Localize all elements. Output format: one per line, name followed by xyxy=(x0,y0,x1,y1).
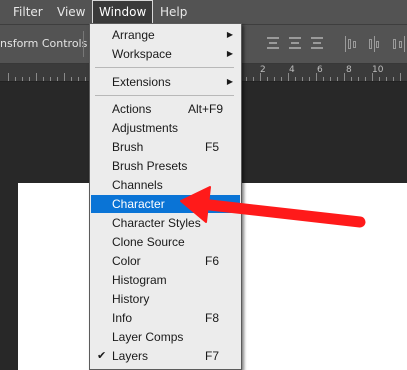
menu-window[interactable]: Window xyxy=(92,0,154,24)
ruler-tick xyxy=(246,77,247,81)
ruler-number: 4 xyxy=(289,65,295,75)
menu-item-label: Character Styles xyxy=(112,216,201,230)
menu-divider xyxy=(95,95,234,96)
ruler-tick xyxy=(253,77,254,81)
ruler-tick xyxy=(365,77,366,81)
ruler-tick xyxy=(50,77,51,81)
ruler-tick xyxy=(344,73,345,81)
ruler-tick xyxy=(8,73,9,81)
menu-item-extensions[interactable]: Extensions ▶ xyxy=(91,73,240,91)
ruler-tick xyxy=(29,77,30,81)
menu-item-shortcut: F7 xyxy=(205,349,220,363)
align-right-edges-icon[interactable] xyxy=(392,36,406,52)
align-top-edges-icon[interactable] xyxy=(265,37,281,51)
menu-item-adjustments[interactable]: Adjustments xyxy=(91,119,240,137)
ruler-tick xyxy=(386,77,387,81)
menu-item-label: Layer Comps xyxy=(112,330,184,344)
ruler-tick xyxy=(393,77,394,81)
ruler-tick xyxy=(43,77,44,81)
menu-item-shortcut: F6 xyxy=(205,254,220,268)
menu-item-shortcut: F8 xyxy=(205,311,220,325)
menu-item-brush-presets[interactable]: Brush Presets xyxy=(91,157,240,175)
ruler-tick xyxy=(288,73,289,81)
menu-item-actions[interactable]: Actions Alt+F9 xyxy=(91,100,240,118)
ruler-tick xyxy=(22,77,23,81)
menu-item-label: Extensions xyxy=(112,75,171,89)
menu-view[interactable]: View xyxy=(57,0,85,24)
ruler-tick xyxy=(85,77,86,81)
menu-item-label: Brush xyxy=(112,140,144,154)
ruler-tick xyxy=(309,77,310,81)
ruler-tick xyxy=(302,77,303,81)
menu-item-label: Histogram xyxy=(112,273,167,287)
menu-item-shortcut: F5 xyxy=(205,140,220,154)
menu-item-shortcut: Alt+F9 xyxy=(188,102,224,116)
ruler-number: 6 xyxy=(317,65,323,75)
menu-item-color[interactable]: Color F6 xyxy=(91,252,240,270)
menu-item-label: Actions xyxy=(112,102,152,116)
menu-divider xyxy=(95,67,234,68)
transform-controls-label[interactable]: nsform Controls xyxy=(0,37,87,50)
menu-item-label: Channels xyxy=(112,178,163,192)
ruler-tick xyxy=(337,77,338,81)
window-menu-dropdown: Arrange ▶ Workspace ▶ Extensions ▶ Actio… xyxy=(89,23,242,370)
ruler-tick xyxy=(15,77,16,81)
menu-item-character-styles[interactable]: Character Styles xyxy=(91,214,240,232)
menu-item-label: Color xyxy=(112,254,141,268)
ruler-number: 8 xyxy=(346,65,352,75)
menu-item-clone-source[interactable]: Clone Source xyxy=(91,233,240,251)
menu-item-label: Brush Presets xyxy=(112,159,188,173)
ruler-tick xyxy=(316,73,317,81)
menu-item-channels[interactable]: Channels xyxy=(91,176,240,194)
menu-item-workspace[interactable]: Workspace ▶ xyxy=(91,45,240,63)
menu-help[interactable]: Help xyxy=(160,0,187,24)
ruler-tick xyxy=(330,77,331,81)
menu-item-arrange[interactable]: Arrange ▶ xyxy=(91,26,240,44)
menu-item-info[interactable]: Info F8 xyxy=(91,309,240,327)
menu-item-label: History xyxy=(112,292,150,306)
ruler-tick xyxy=(71,77,72,81)
menu-item-label: Workspace xyxy=(112,47,172,61)
align-left-edges-icon[interactable] xyxy=(344,36,358,52)
ruler-tick xyxy=(260,73,261,81)
options-separator xyxy=(83,31,84,57)
menu-item-label: Clone Source xyxy=(112,235,185,249)
ruler-tick xyxy=(78,77,79,81)
menu-item-label: Character xyxy=(112,197,165,211)
menu-item-brush[interactable]: Brush F5 xyxy=(91,138,240,156)
ruler-tick xyxy=(372,73,373,81)
align-bottom-edges-icon[interactable] xyxy=(309,37,325,51)
menu-item-character[interactable]: Character xyxy=(91,195,240,213)
ruler-tick xyxy=(323,77,324,81)
menu-item-label: Adjustments xyxy=(112,121,179,135)
menu-item-layers[interactable]: ✔ Layers F7 xyxy=(91,347,240,365)
menu-bar: Filter View Window Help xyxy=(0,0,407,25)
menu-item-label: Info xyxy=(112,311,133,325)
ruler-tick xyxy=(267,77,268,81)
ruler-number: 10 xyxy=(372,65,384,75)
menu-item-label: Layers xyxy=(112,349,149,363)
align-horizontal-centers-icon[interactable] xyxy=(368,36,382,52)
menu-filter[interactable]: Filter xyxy=(13,0,43,24)
triangle-right-icon: ▶ xyxy=(226,30,233,39)
ruler-tick xyxy=(379,77,380,81)
menu-item-layer-comps[interactable]: Layer Comps xyxy=(91,328,240,346)
menu-item-history[interactable]: History xyxy=(91,290,240,308)
checkmark-icon: ✔ xyxy=(97,350,107,362)
ruler-tick xyxy=(64,73,65,81)
ruler-tick xyxy=(295,77,296,81)
align-vertical-centers-icon[interactable] xyxy=(287,37,303,51)
ruler-tick xyxy=(400,73,401,81)
triangle-right-icon: ▶ xyxy=(226,49,233,58)
ruler-tick xyxy=(281,77,282,81)
ruler-tick xyxy=(274,77,275,81)
ruler-tick xyxy=(358,77,359,81)
menu-item-label: Arrange xyxy=(112,28,155,42)
menu-item-histogram[interactable]: Histogram xyxy=(91,271,240,289)
ruler-tick xyxy=(36,73,37,81)
ruler-tick xyxy=(57,77,58,81)
triangle-right-icon: ▶ xyxy=(226,77,233,86)
ruler-tick xyxy=(351,77,352,81)
